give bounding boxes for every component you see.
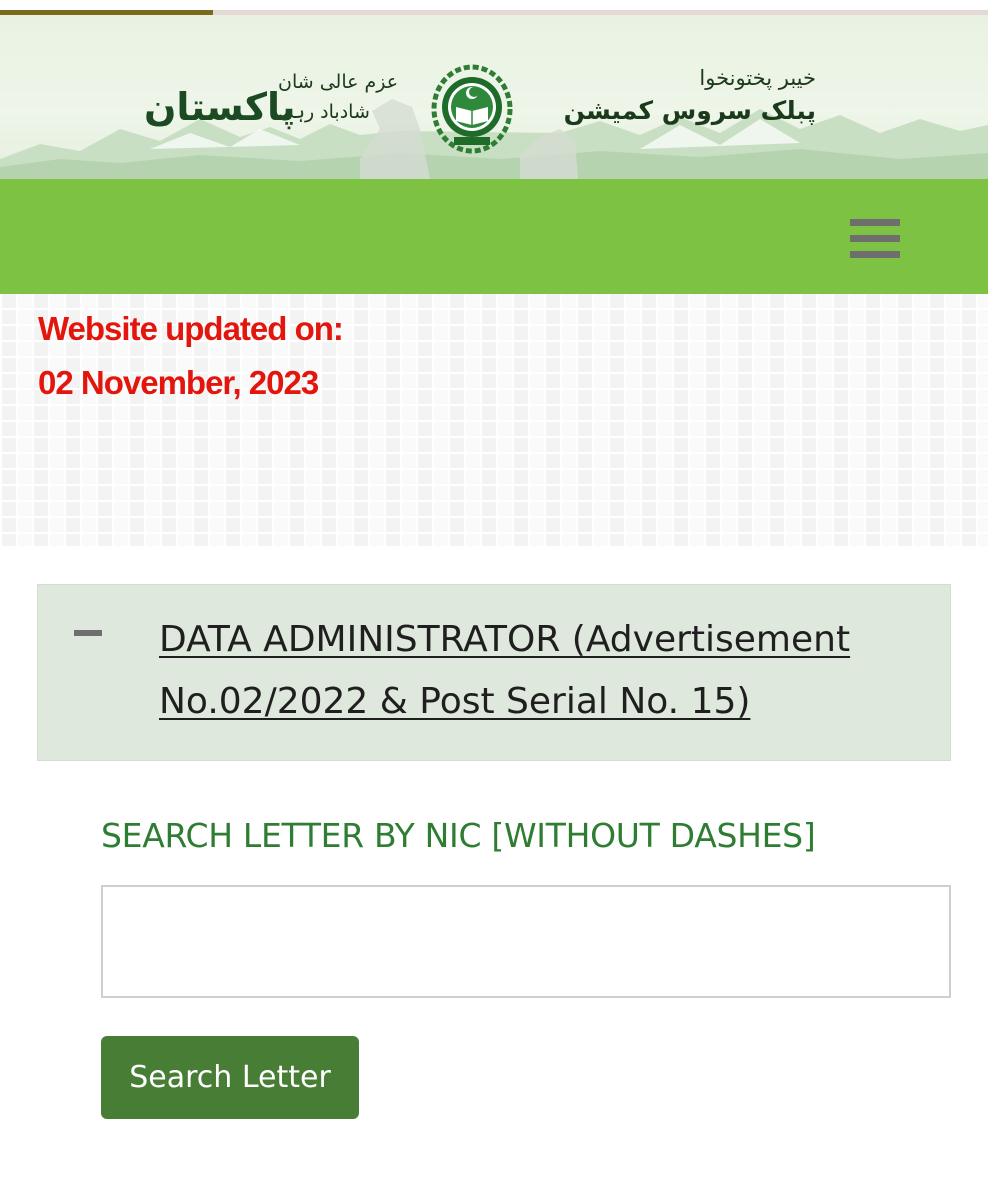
search-letter-button[interactable]: Search Letter (101, 1036, 359, 1119)
hamburger-menu-icon[interactable] (846, 215, 904, 261)
org-name-line1: خیبر پختونخوا (699, 66, 816, 90)
kppsc-emblem-icon (430, 59, 514, 155)
notice-line1: Website updated on: (38, 310, 344, 347)
header-banner: عزم عالی شان شادباد رہی پاکستان خیبر پخت… (0, 15, 988, 179)
top-progress-strip (0, 0, 988, 15)
search-label: SEARCH LETTER BY NIC [WITHOUT DASHES] (101, 816, 816, 855)
accordion-title-link[interactable]: DATA ADMINISTRATOR (Advertisement No.02/… (159, 609, 929, 733)
update-notice: Website updated on: 02 November, 2023 (0, 294, 988, 546)
org-name: خیبر پختونخوا پبلک سروس کمیشن (563, 63, 816, 143)
notice-date: 02 November, 2023 (38, 364, 319, 401)
pakistan-slogan: عزم عالی شان شادباد رہی پاکستان (140, 63, 398, 153)
minus-icon[interactable] (74, 630, 102, 636)
nic-search-input[interactable] (101, 885, 951, 998)
slogan-top-text: عزم عالی شان (278, 71, 399, 93)
slogan-main-text: پاکستان (144, 85, 296, 129)
nav-bar (0, 179, 988, 294)
org-name-line2: پبلک سروس کمیشن (563, 96, 816, 125)
post-accordion: DATA ADMINISTRATOR (Advertisement No.02/… (37, 584, 951, 761)
